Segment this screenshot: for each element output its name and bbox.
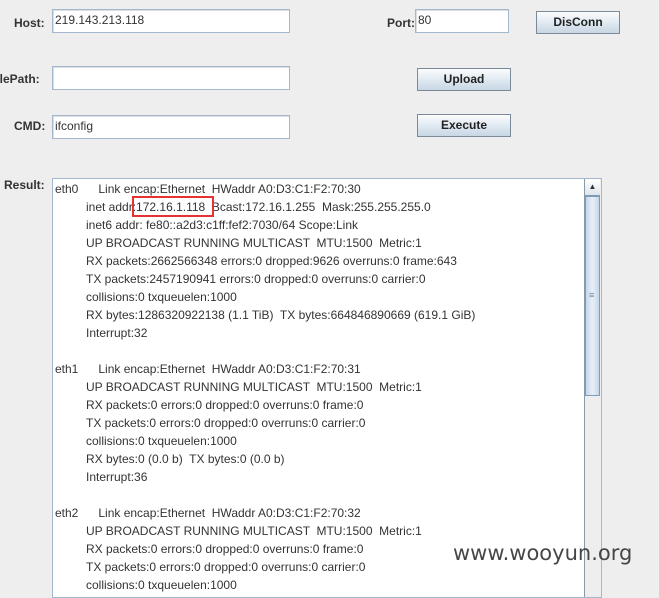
scrollbar-thumb[interactable]: ≡ — [585, 196, 600, 396]
host-label: Host: — [14, 16, 45, 30]
port-label: Port: — [387, 16, 415, 30]
port-input[interactable]: 80 — [415, 9, 509, 33]
result-line: UP BROADCAST RUNNING MULTICAST MTU:1500 … — [86, 524, 422, 538]
result-line: eth0 Link encap:Ethernet HWaddr A0:D3:C1… — [55, 182, 361, 196]
watermark: www.wooyun.org — [453, 541, 633, 565]
result-textarea[interactable]: eth0 Link encap:Ethernet HWaddr A0:D3:C1… — [52, 178, 602, 598]
result-line: TX packets:2457190941 errors:0 dropped:0… — [86, 272, 426, 286]
result-line: TX packets:0 errors:0 dropped:0 overruns… — [86, 416, 366, 430]
host-input[interactable]: 219.143.213.118 — [52, 9, 290, 33]
filepath-input[interactable] — [52, 66, 290, 90]
result-line: eth2 Link encap:Ethernet HWaddr A0:D3:C1… — [55, 506, 361, 520]
result-line: inet6 addr: fe80::a2d3:c1ff:fef2:7030/64… — [86, 218, 358, 232]
filepath-label: FilePath: — [0, 72, 40, 86]
cmd-label: CMD: — [14, 119, 46, 133]
cmd-input[interactable]: ifconfig — [52, 115, 290, 139]
result-label: Result: — [4, 178, 45, 192]
result-line: collisions:0 txqueuelen:1000 — [86, 290, 237, 304]
result-line: collisions:0 txqueuelen:1000 — [86, 578, 237, 592]
result-line: RX packets:0 errors:0 dropped:0 overruns… — [86, 398, 364, 412]
result-line: collisions:0 txqueuelen:1000 — [86, 434, 237, 448]
upload-button[interactable]: Upload — [417, 68, 511, 91]
result-line — [55, 486, 475, 504]
result-line: TX packets:0 errors:0 dropped:0 overruns… — [86, 560, 366, 574]
disconnect-button[interactable]: DisConn — [536, 11, 620, 34]
scroll-up-arrow-icon[interactable]: ▲ — [585, 179, 600, 196]
result-line: eth1 Link encap:Ethernet HWaddr A0:D3:C1… — [55, 362, 361, 376]
result-line: RX packets:0 errors:0 dropped:0 overruns… — [86, 542, 364, 556]
result-line: Interrupt:32 — [86, 326, 148, 340]
grip-icon: ≡ — [589, 290, 595, 300]
result-line: RX packets:2662566348 errors:0 dropped:9… — [86, 254, 457, 268]
result-line: UP BROADCAST RUNNING MULTICAST MTU:1500 … — [86, 380, 422, 394]
vertical-scrollbar[interactable]: ▲ ≡ — [584, 179, 601, 597]
execute-button[interactable]: Execute — [417, 114, 511, 137]
result-lines: eth0 Link encap:Ethernet HWaddr A0:D3:C1… — [55, 180, 475, 594]
result-line: UP BROADCAST RUNNING MULTICAST MTU:1500 … — [86, 236, 422, 250]
result-line: Interrupt:36 — [86, 470, 148, 484]
result-line: RX bytes:1286320922138 (1.1 TiB) TX byte… — [86, 308, 476, 322]
result-line: inet addr:172.16.1.118 Bcast:172.16.1.25… — [86, 200, 431, 214]
highlight-box — [132, 196, 214, 217]
result-line: RX bytes:0 (0.0 b) TX bytes:0 (0.0 b) — [86, 452, 285, 466]
result-line — [55, 342, 475, 360]
